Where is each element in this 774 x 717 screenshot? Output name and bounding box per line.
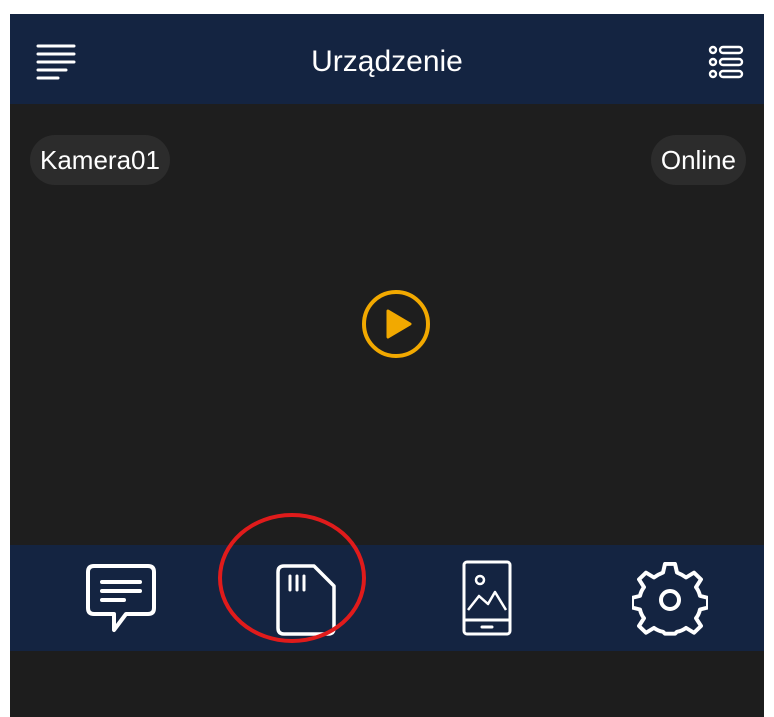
sd-card-icon — [276, 564, 336, 636]
settings-button[interactable] — [630, 561, 710, 643]
message-icon — [86, 564, 156, 632]
play-button[interactable] — [360, 288, 432, 360]
phone-gallery-icon — [462, 560, 512, 636]
messages-button[interactable] — [84, 562, 158, 641]
top-app-bar: Urządzenie — [10, 14, 764, 104]
footer-area — [10, 651, 764, 717]
camera-name-badge: Kamera01 — [30, 135, 170, 185]
status-badge: Online — [650, 135, 746, 185]
page-title: Urządzenie — [311, 45, 463, 78]
sd-card-button[interactable] — [276, 564, 336, 641]
device-list-icon — [708, 45, 744, 79]
device-list-button[interactable] — [708, 44, 744, 80]
gear-icon — [630, 561, 710, 636]
video-preview[interactable]: Kamera01 Online — [10, 104, 764, 545]
play-icon — [362, 290, 430, 358]
app-screen: Urządzenie Kamera01 Online — [10, 14, 764, 717]
phone-gallery-button[interactable] — [462, 560, 512, 641]
bottom-toolbar — [10, 545, 764, 651]
